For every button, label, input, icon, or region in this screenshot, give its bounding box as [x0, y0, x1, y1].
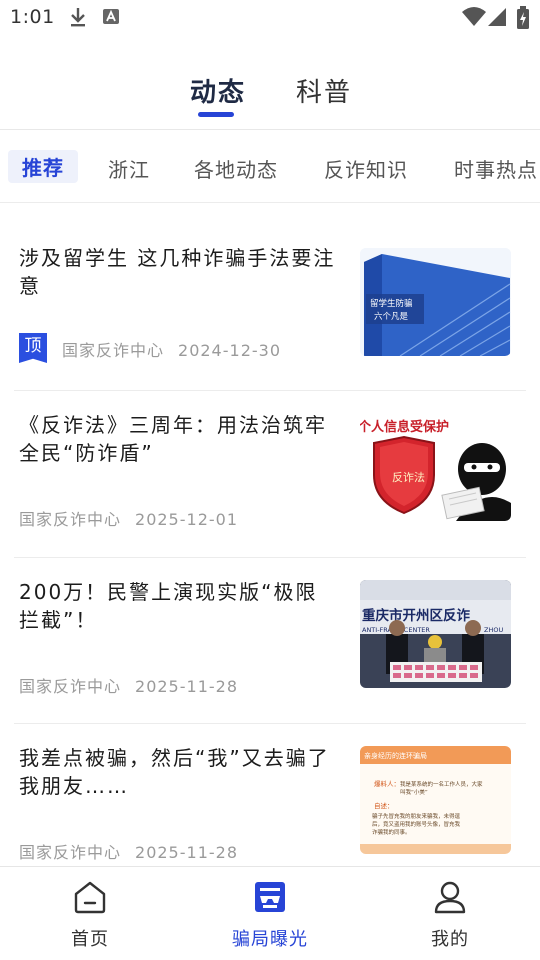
bottom-nav: 首页 骗局曝光 我的	[0, 867, 540, 960]
news-date: 2025-11-28	[135, 677, 238, 696]
nav-label: 首页	[71, 929, 109, 950]
category-tuijian[interactable]: 推荐	[8, 150, 78, 183]
tab-kepu[interactable]: 科普	[296, 72, 352, 109]
nav-label: 我的	[431, 929, 469, 950]
thumb-caption: 后，竟又盗用我的账号头像，冒充我	[372, 820, 461, 828]
category-local-news[interactable]: 各地动态	[194, 154, 278, 183]
thumb-caption: 爆料人：	[374, 779, 400, 788]
download-icon	[68, 6, 88, 32]
news-source: 国家反诈中心	[19, 510, 122, 529]
news-meta: 国家反诈中心 2024-12-30	[62, 337, 281, 361]
news-title: 200万！民警上演现实版“极限拦截”！	[19, 580, 318, 632]
news-title: 我差点被骗，然后“我”又去骗了我朋友……	[19, 746, 330, 798]
thumb-caption: 留学生防骗	[370, 298, 413, 309]
status-bar: 1:01	[0, 0, 540, 38]
thumb-caption: 骗子先冒充我的朋友来骗我，未得逞	[372, 812, 461, 820]
top-tabs: 动态 科普	[0, 70, 540, 130]
news-thumbnail: 个人信息受保护 反诈法	[360, 413, 511, 521]
news-date: 2025-11-28	[135, 843, 238, 862]
wifi-icon	[462, 6, 486, 32]
thumb-caption: 重庆市开州区反诈	[362, 607, 470, 624]
category-bar: 推荐 浙江 各地动态 反诈知识 时事热点	[0, 150, 540, 190]
category-anti-fraud-knowledge[interactable]: 反诈知识	[324, 154, 408, 183]
thumb-caption: 自述：	[374, 801, 394, 810]
news-item[interactable]: 《反诈法》三周年：用法治筑牢全民“防诈盾” 国家反诈中心 2025-12-01 个…	[0, 391, 540, 557]
thumb-caption: 叫我“小美”	[400, 788, 428, 796]
news-meta: 国家反诈中心 2025-11-28	[19, 673, 238, 697]
news-date: 2024-12-30	[178, 341, 281, 360]
pinned-badge: 顶	[19, 333, 47, 363]
news-date: 2025-12-01	[135, 510, 238, 529]
news-source: 国家反诈中心	[19, 843, 122, 862]
profile-icon	[432, 879, 468, 915]
home-icon	[72, 879, 108, 915]
top-tabs-divider	[0, 129, 540, 130]
news-source: 国家反诈中心	[62, 341, 165, 360]
nav-scam-exposure[interactable]: 骗局曝光	[180, 867, 360, 960]
thumb-caption: 个人信息受保护	[360, 419, 449, 435]
battery-icon	[516, 6, 530, 34]
news-meta: 国家反诈中心 2025-12-01	[19, 506, 238, 530]
scam-exposure-icon	[252, 879, 288, 915]
active-tab-indicator	[198, 112, 234, 117]
thumb-caption: 我是某系统的一名工作人员，大家	[400, 780, 483, 788]
category-divider	[0, 202, 540, 203]
signal-icon	[488, 6, 508, 32]
news-thumbnail: 重庆市开州区反诈 ANTI-FRAUD CENTER ZHOU	[360, 580, 511, 688]
news-thumbnail: 留学生防骗 六个凡是	[360, 248, 511, 356]
thumb-caption: 反诈法	[392, 470, 425, 484]
nav-profile[interactable]: 我的	[360, 867, 540, 960]
news-source: 国家反诈中心	[19, 677, 122, 696]
thumb-caption: 亲身经历的连环骗局	[364, 751, 427, 760]
news-meta: 国家反诈中心 2025-11-28	[19, 839, 238, 863]
thumb-caption: 六个凡是	[374, 311, 409, 322]
news-item[interactable]: 200万！民警上演现实版“极限拦截”！ 国家反诈中心 2025-11-28 重庆市…	[0, 558, 540, 724]
news-title: 涉及留学生 这几种诈骗手法要注意	[19, 246, 336, 298]
news-thumbnail: 亲身经历的连环骗局 爆料人： 我是某系统的一名工作人员，大家 叫我“小美” 自述…	[360, 746, 511, 854]
thumb-caption: ZHOU	[484, 626, 503, 634]
nav-label: 骗局曝光	[232, 929, 308, 950]
category-zhejiang[interactable]: 浙江	[108, 154, 150, 183]
tab-dongtai[interactable]: 动态	[190, 72, 246, 109]
news-item[interactable]: 涉及留学生 这几种诈骗手法要注意 顶 国家反诈中心 2024-12-30 留学生防…	[0, 224, 540, 390]
thumb-caption: 诈骗我的同事。	[372, 828, 411, 836]
nav-home[interactable]: 首页	[0, 867, 180, 960]
news-title: 《反诈法》三周年：用法治筑牢全民“防诈盾”	[19, 413, 327, 465]
category-current-events[interactable]: 时事热点	[454, 154, 538, 183]
app-notification-icon	[102, 6, 120, 30]
status-time: 1:01	[10, 6, 55, 28]
